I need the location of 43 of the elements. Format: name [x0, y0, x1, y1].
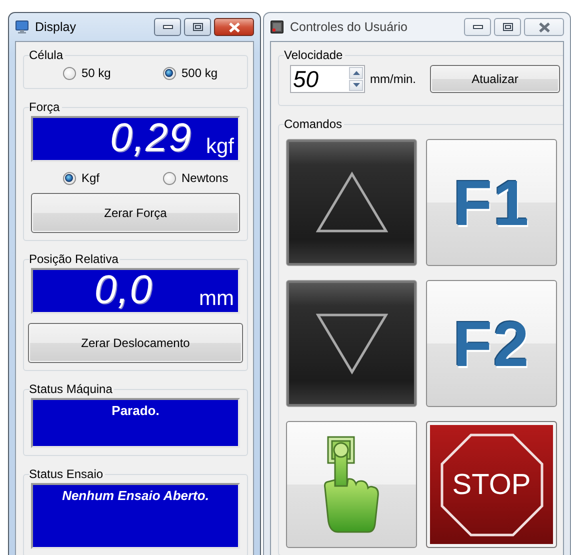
window-title: Controles do Usuário — [290, 20, 408, 34]
finger-press-icon — [324, 436, 380, 534]
group-label: Status Máquina — [29, 382, 114, 396]
maximize-icon — [502, 23, 512, 31]
octagon-icon — [440, 433, 544, 537]
maximize-button[interactable] — [184, 18, 211, 36]
group-label: Status Ensaio — [29, 467, 104, 481]
group-label: Força — [29, 100, 61, 114]
jog-down-button[interactable] — [286, 280, 417, 407]
group-label: Célula — [29, 48, 64, 62]
minimize-icon — [472, 25, 482, 29]
group-label: Velocidade — [284, 48, 344, 62]
window-title: Display — [35, 20, 77, 34]
minimize-icon — [162, 25, 172, 29]
function-button[interactable]: F1 — [426, 139, 557, 266]
unit-label: mm — [199, 286, 234, 312]
close-icon — [538, 22, 550, 32]
reading-value: 0,0 — [94, 270, 153, 312]
group-label: Comandos — [284, 117, 344, 131]
maximize-icon — [192, 23, 202, 31]
reset-position-button[interactable]: Zerar Deslocamento — [28, 323, 243, 363]
minimize-button[interactable] — [154, 18, 181, 36]
close-icon — [228, 22, 240, 32]
function-button[interactable]: F2 — [426, 280, 557, 407]
unit-label: mm/min. — [370, 72, 416, 86]
stop-button[interactable]: STOP — [426, 421, 557, 548]
reset-force-button[interactable]: Zerar Força — [31, 193, 240, 233]
start-button[interactable] — [286, 421, 417, 548]
unit-label: kgf — [206, 134, 234, 160]
triangle-up-icon — [316, 171, 388, 234]
radio-button[interactable]: Newtons — [162, 171, 232, 185]
close-button[interactable] — [214, 18, 254, 36]
radio-button[interactable]: 500 kg — [162, 66, 232, 80]
reading-value: 0,29 — [110, 118, 192, 160]
status-text: Parado. — [112, 403, 160, 418]
radio-button[interactable]: Kgf — [62, 171, 132, 185]
triangle-down-icon — [316, 312, 388, 375]
jog-up-button[interactable] — [286, 139, 417, 266]
radio-button[interactable]: 50 kg — [62, 66, 132, 80]
status-text: Nenhum Ensaio Aberto. — [62, 488, 209, 503]
monitor-icon — [15, 20, 29, 34]
group-label: Posição Relativa — [29, 252, 120, 266]
update-button[interactable]: Atualizar — [430, 65, 560, 93]
